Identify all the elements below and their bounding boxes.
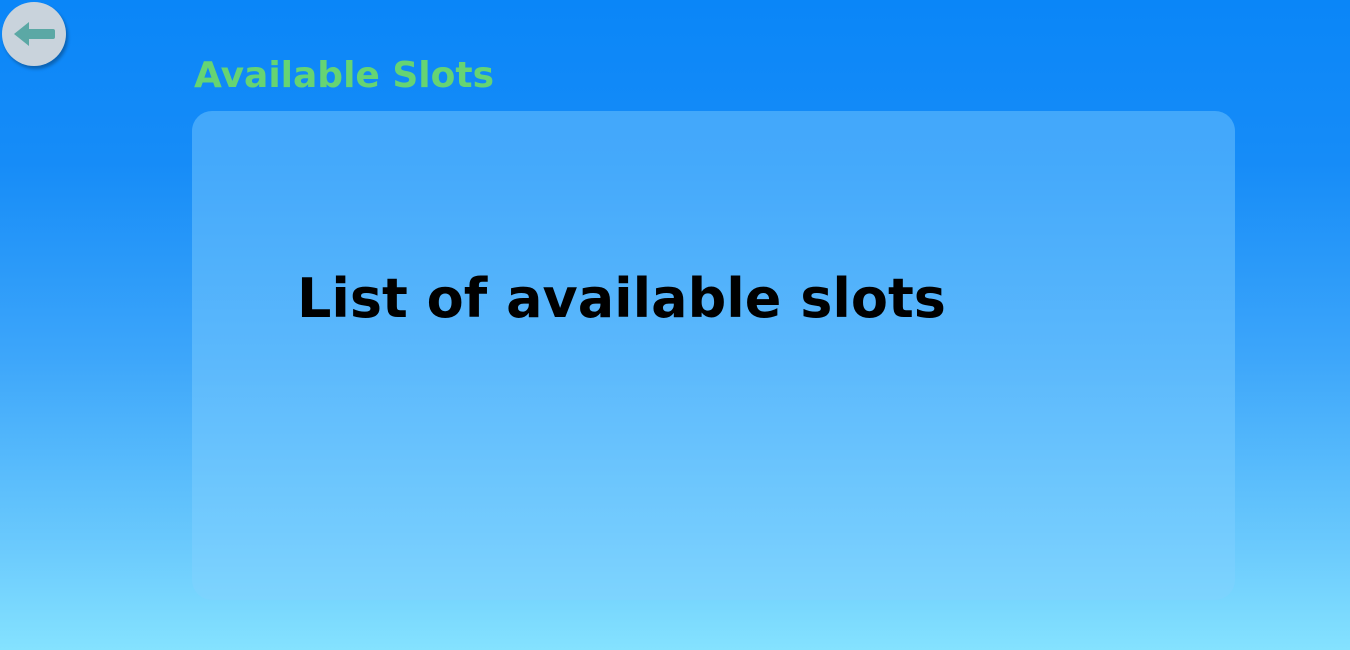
back-button[interactable] xyxy=(2,2,66,66)
slots-list-heading: List of available slots xyxy=(297,267,946,330)
arrow-left-icon xyxy=(12,19,56,49)
page-title: Available Slots xyxy=(194,55,495,96)
slots-list-card: List of available slots xyxy=(192,111,1235,600)
